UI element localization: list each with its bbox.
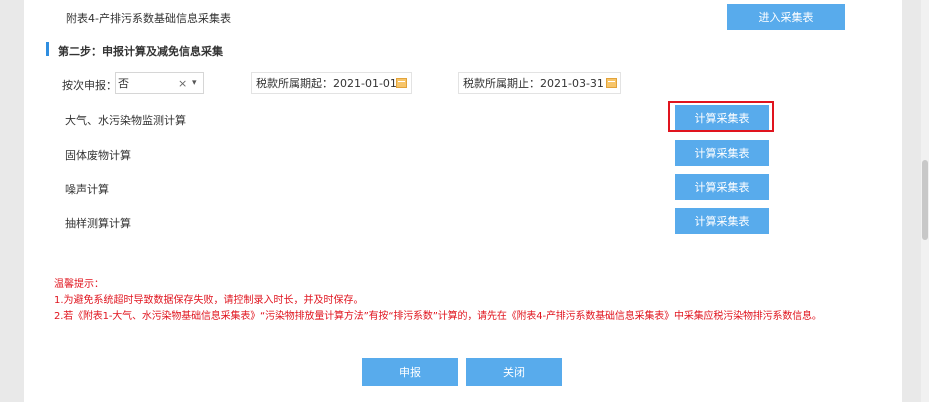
attachment4-label: 附表4-产排污系数基础信息采集表	[66, 12, 231, 25]
close-button[interactable]: 关闭	[466, 358, 562, 386]
calc-row-label: 固体废物计算	[65, 149, 131, 162]
period-end-value: 2021-03-31	[540, 76, 604, 90]
per-time-value: 否	[118, 77, 129, 90]
calc-row-label: 抽样测算计算	[65, 217, 131, 230]
calc-row-label: 噪声计算	[65, 183, 109, 196]
period-start-value: 2021-01-01	[333, 76, 397, 90]
period-end-label: 税款所属期止：	[463, 77, 540, 90]
enter-attachment4-button[interactable]: 进入采集表	[727, 4, 845, 30]
calc-row-label: 大气、水污染物监测计算	[65, 114, 186, 127]
main-panel: 附表4-产排污系数基础信息采集表 进入采集表 第二步：申报计算及减免信息采集 按…	[24, 0, 902, 402]
per-time-label: 按次申报：	[62, 79, 117, 92]
section-marker	[46, 42, 49, 56]
per-time-select[interactable]: 否 × ▾	[115, 72, 204, 94]
submit-button[interactable]: 申报	[362, 358, 458, 386]
scrollbar[interactable]	[921, 0, 929, 402]
calc-collect-button[interactable]: 计算采集表	[675, 140, 769, 166]
highlight-box	[668, 101, 774, 132]
dropdown-arrow-icon[interactable]: ▾	[192, 78, 197, 88]
calc-collect-button[interactable]: 计算采集表	[675, 208, 769, 234]
scrollbar-thumb[interactable]	[922, 160, 928, 240]
period-end-field[interactable]: 税款所属期止： 2021-03-31	[458, 72, 621, 94]
calendar-icon[interactable]	[396, 78, 407, 88]
clear-icon[interactable]: ×	[178, 77, 187, 90]
calc-collect-button[interactable]: 计算采集表	[675, 174, 769, 200]
period-start-label: 税款所属期起：	[256, 77, 333, 90]
step2-title: 第二步：申报计算及减免信息采集	[58, 45, 223, 58]
tips-title: 温馨提示：	[54, 279, 104, 290]
tips-line-2: 2.若《附表1-大气、水污染物基础信息采集表》“污染物排放量计算方法”有按“排污…	[54, 311, 822, 322]
period-start-field[interactable]: 税款所属期起： 2021-01-01	[251, 72, 412, 94]
calendar-icon[interactable]	[606, 78, 617, 88]
tips-line-1: 1.为避免系统超时导致数据保存失败，请控制录入时长，并及时保存。	[54, 295, 364, 306]
